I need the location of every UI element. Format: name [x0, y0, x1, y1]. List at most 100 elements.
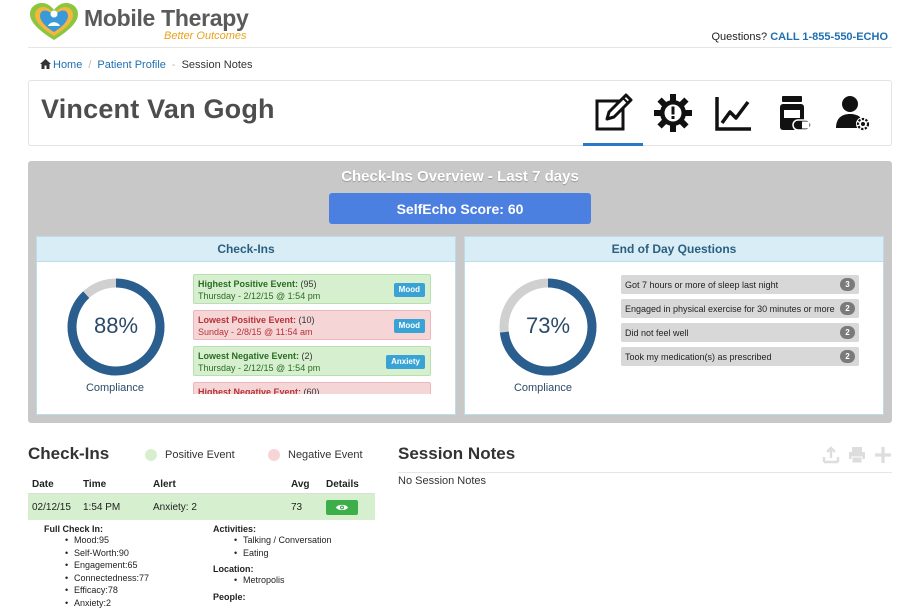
checkins-table: Date Time Alert Avg Details 02/12/15 1:5… — [28, 476, 375, 520]
eod-item[interactable]: Engaged in physical exercise for 30 minu… — [621, 299, 859, 318]
checkins-compliance-value: 88% — [93, 313, 139, 338]
event-item[interactable]: Lowest Negative Event: (2) Thursday - 2/1… — [193, 346, 431, 376]
full-checkin-list: Mood:95Self-Worth:90Engagement:65Connect… — [44, 534, 214, 609]
nav-user-settings[interactable] — [823, 91, 883, 135]
list-item: Mood:95 — [44, 534, 214, 547]
session-notes-actions — [822, 446, 892, 464]
call-link[interactable]: CALL 1-855-550-ECHO — [770, 31, 888, 43]
eod-item-count: 2 — [840, 326, 855, 339]
eod-item-count: 3 — [840, 278, 855, 291]
breadcrumb-patient-profile[interactable]: Patient Profile — [97, 59, 165, 71]
alert-gear-icon — [654, 94, 692, 132]
list-item: Connectedness:77 — [44, 572, 214, 585]
event-title: Lowest Positive Event: — [198, 315, 297, 325]
event-badge: Anxiety — [386, 355, 425, 369]
eod-item[interactable]: Did not feel well 2 — [621, 323, 859, 342]
list-item: Anxiety:2 — [44, 597, 214, 610]
legend-positive-label: Positive Event — [165, 449, 235, 461]
eod-compliance-label: Compliance — [513, 382, 573, 394]
col-date[interactable]: Date — [28, 479, 79, 490]
nav-alerts[interactable] — [643, 91, 703, 135]
checkins-overview: Check-Ins Overview - Last 7 days SelfEch… — [28, 161, 892, 423]
col-time[interactable]: Time — [79, 479, 149, 490]
breadcrumb: Home / Patient Profile - Session Notes — [40, 59, 253, 71]
eod-item-text: Took my medication(s) as prescribed — [625, 351, 772, 362]
nav-session-notes[interactable] — [583, 91, 643, 146]
view-details-button[interactable] — [326, 499, 358, 515]
nav-medication[interactable] — [763, 91, 823, 135]
event-count: (60) — [303, 387, 320, 394]
checkins-panel-heading: Check-Ins — [37, 237, 455, 262]
chart-icon — [715, 97, 751, 131]
cell-alert: Anxiety: 2 — [153, 501, 197, 513]
session-notes-title: Session Notes — [398, 444, 516, 463]
event-badge: Mood — [393, 283, 425, 297]
location-label: Location: — [213, 564, 254, 574]
eod-item-text: Engaged in physical exercise for 30 minu… — [625, 303, 835, 314]
event-title: Highest Positive Event: — [198, 279, 299, 289]
cell-time: 1:54 PM — [83, 501, 121, 513]
col-avg[interactable]: Avg — [287, 479, 322, 490]
cell-date: 02/12/15 — [32, 501, 71, 513]
medication-icon — [780, 96, 812, 131]
eod-item-text: Got 7 hours or more of sleep last night — [625, 279, 779, 290]
eod-compliance-value: 73% — [525, 313, 571, 338]
header-divider — [28, 47, 892, 48]
legend-negative: Negative Event — [268, 449, 363, 461]
eod-item-count: 2 — [840, 302, 855, 315]
checkins-compliance-label: Compliance — [85, 382, 145, 394]
eod-item[interactable]: Got 7 hours or more of sleep last night 3 — [621, 275, 859, 294]
list-item: Metropolis — [213, 574, 373, 587]
events-list[interactable]: Highest Positive Event: (95) Thursday - 2… — [193, 274, 431, 394]
eod-panel: End of Day Questions 73% Compliance Got … — [464, 236, 884, 415]
event-title: Highest Negative Event: — [198, 387, 302, 394]
nav-charts[interactable] — [703, 91, 763, 135]
eod-list: Got 7 hours or more of sleep last night 3… — [621, 275, 859, 371]
event-badge: Mood — [393, 319, 425, 333]
event-item[interactable]: Highest Positive Event: (95) Thursday - 2… — [193, 274, 431, 304]
activities-label: Activities: — [213, 524, 257, 534]
patient-nav — [583, 91, 883, 146]
checkin-context: Activities: Talking / ConversationEating… — [213, 524, 373, 602]
user-settings-icon — [836, 96, 870, 131]
checkins-panel: Check-Ins 88% Compliance Highest Positiv… — [36, 236, 456, 415]
legend-negative-dot — [268, 449, 280, 461]
add-icon[interactable] — [874, 446, 892, 464]
list-item: Talking / Conversation — [213, 534, 373, 547]
export-icon[interactable] — [822, 446, 840, 464]
support-contact: Questions? CALL 1-855-550-ECHO — [712, 31, 889, 43]
print-icon[interactable] — [848, 446, 866, 464]
event-date: Sunday - 2/8/15 @ 11:54 am — [198, 327, 313, 337]
home-icon — [40, 59, 51, 69]
breadcrumb-separator: / — [88, 59, 92, 71]
session-notes-divider — [398, 472, 892, 473]
event-item[interactable]: Highest Negative Event: (60) — [193, 382, 431, 394]
event-count: (10) — [298, 315, 315, 325]
breadcrumb-home[interactable]: Home — [40, 59, 82, 71]
app-header: Mobile Therapy Better Outcomes Questions… — [0, 0, 916, 48]
col-alert[interactable]: Alert — [149, 479, 287, 490]
logo-icon — [28, 2, 80, 42]
brand-title: Mobile Therapy — [84, 5, 249, 31]
session-notes-empty: No Session Notes — [398, 475, 487, 487]
patient-name: Vincent Van Gogh — [41, 94, 275, 124]
breadcrumb-home-label: Home — [53, 59, 83, 71]
location-list: Metropolis — [213, 574, 373, 587]
questions-label: Questions? — [711, 31, 768, 43]
list-item: Self-Worth:90 — [44, 547, 214, 560]
eod-item[interactable]: Took my medication(s) as prescribed 2 — [621, 347, 859, 366]
selfecho-score-button[interactable]: SelfEcho Score: 60 — [329, 193, 591, 224]
list-item: Efficacy:78 — [44, 584, 214, 597]
cell-avg: 73 — [291, 501, 303, 513]
event-item[interactable]: Lowest Positive Event: (10) Sunday - 2/8/… — [193, 310, 431, 340]
table-row[interactable]: 02/12/15 1:54 PM Anxiety: 2 73 — [28, 494, 375, 520]
activities-list: Talking / ConversationEating — [213, 534, 373, 559]
breadcrumb-separator: - — [171, 59, 176, 71]
overview-title: Check-Ins Overview - Last 7 days — [341, 168, 579, 185]
legend-positive: Positive Event — [145, 449, 235, 461]
event-date: Thursday - 2/12/15 @ 1:54 pm — [198, 291, 321, 301]
full-checkin-label: Full Check In: — [44, 524, 104, 534]
col-details: Details — [326, 479, 359, 490]
eye-icon — [336, 504, 348, 510]
brand-subtitle: Better Outcomes — [164, 30, 247, 42]
